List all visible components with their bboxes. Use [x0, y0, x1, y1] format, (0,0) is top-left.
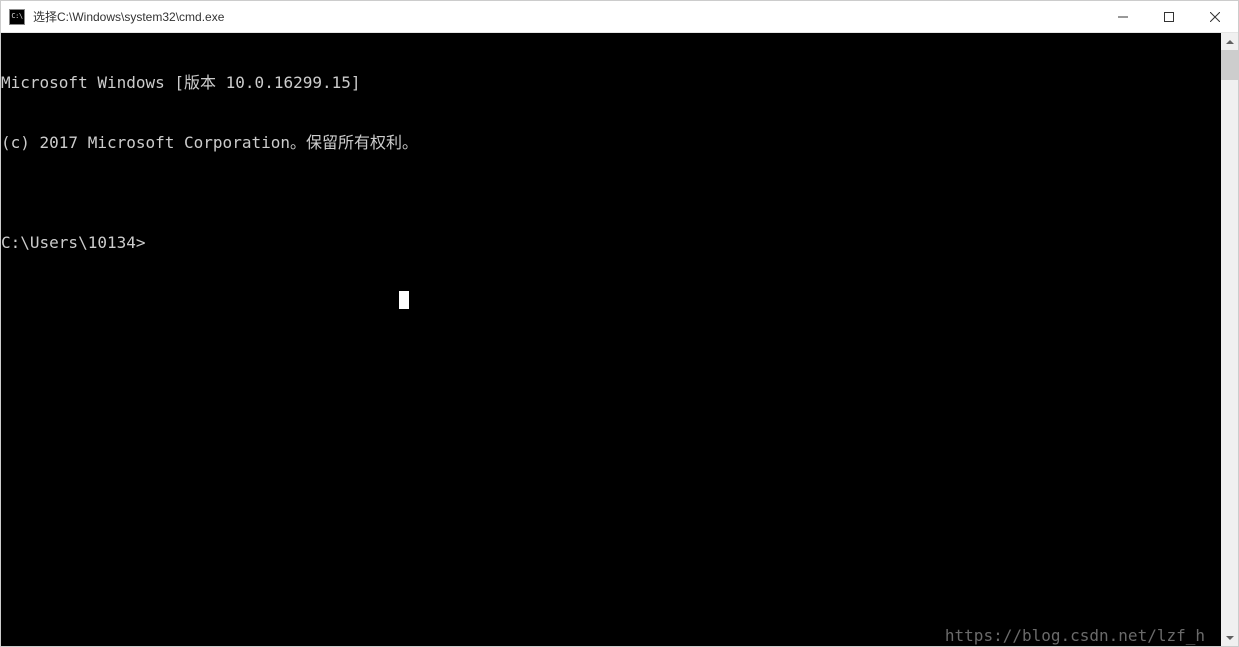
selection-cursor: [399, 291, 409, 309]
titlebar[interactable]: C:\ 选择C:\Windows\system32\cmd.exe: [1, 1, 1238, 33]
watermark-text: https://blog.csdn.net/lzf_h: [945, 626, 1205, 646]
maximize-button[interactable]: [1146, 1, 1192, 32]
cmd-window: C:\ 选择C:\Windows\system32\cmd.exe Micros…: [0, 0, 1239, 647]
cmd-icon: C:\: [9, 9, 25, 25]
maximize-icon: [1164, 12, 1174, 22]
chevron-up-icon: [1226, 40, 1234, 44]
vertical-scrollbar[interactable]: [1221, 33, 1238, 646]
terminal-line-copyright: (c) 2017 Microsoft Corporation。保留所有权利。: [1, 133, 1221, 153]
window-title: 选择C:\Windows\system32\cmd.exe: [31, 8, 1100, 25]
window-controls: [1100, 1, 1238, 32]
scroll-down-button[interactable]: [1221, 629, 1238, 646]
scroll-up-button[interactable]: [1221, 33, 1238, 50]
content-wrapper: Microsoft Windows [版本 10.0.16299.15] (c)…: [1, 33, 1238, 646]
chevron-down-icon: [1226, 636, 1234, 640]
close-button[interactable]: [1192, 1, 1238, 32]
cmd-icon-text: C:\: [11, 13, 22, 20]
close-icon: [1210, 12, 1220, 22]
terminal-prompt: C:\Users\10134>: [1, 233, 1221, 253]
minimize-button[interactable]: [1100, 1, 1146, 32]
scroll-thumb[interactable]: [1221, 50, 1238, 80]
terminal-area[interactable]: Microsoft Windows [版本 10.0.16299.15] (c)…: [1, 33, 1221, 646]
minimize-icon: [1118, 12, 1128, 22]
terminal-line-version: Microsoft Windows [版本 10.0.16299.15]: [1, 73, 1221, 93]
